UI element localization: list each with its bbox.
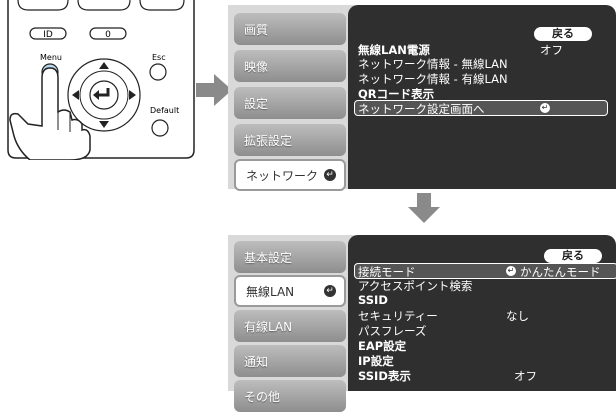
side-item-label: 有線LAN bbox=[244, 319, 293, 334]
menu-side-panel-2: 基本設定 無線LAN ↵ 有線LAN 通知 その他 bbox=[228, 235, 358, 412]
back-button[interactable]: 戻る bbox=[534, 27, 592, 41]
side-item-settings[interactable]: 設定 bbox=[234, 87, 346, 119]
side-item-other[interactable]: その他 bbox=[234, 380, 346, 412]
side-item-wired-lan[interactable]: 有線LAN bbox=[234, 310, 346, 342]
menu-item-passphrase[interactable]: パスフレーズ bbox=[358, 323, 426, 339]
menu-item-eap[interactable]: EAP設定 bbox=[358, 338, 406, 354]
menu-item-ssid-display[interactable]: SSID表示 bbox=[358, 368, 411, 384]
side-item-label: 画質 bbox=[244, 22, 269, 37]
id-button-label: ID bbox=[43, 30, 53, 40]
side-item-label: その他 bbox=[244, 389, 281, 404]
side-item-notification[interactable]: 通知 bbox=[234, 345, 346, 377]
menu-value-connection-mode: かんたんモード bbox=[520, 265, 601, 279]
side-item-extended[interactable]: 拡張設定 bbox=[234, 124, 346, 156]
menu-value-ssid-display: オフ bbox=[514, 369, 537, 383]
side-item-basic[interactable]: 基本設定 bbox=[234, 241, 346, 273]
menu-item-security[interactable]: セキュリティー bbox=[358, 308, 438, 324]
menu-content-panel-1: 戻る 無線LAN電源 オフ ネットワーク情報 - 無線LAN ネットワーク情報 … bbox=[348, 5, 616, 189]
menu-button-label: Menu bbox=[40, 53, 62, 62]
menu-content-panel-2: 戻る 接続モード ↵ かんたんモード アクセスポイント検索 SSID セキュリテ… bbox=[348, 235, 616, 391]
side-item-label: 通知 bbox=[244, 354, 269, 369]
menu-item-ssid[interactable]: SSID bbox=[358, 293, 388, 307]
menu-item-ip[interactable]: IP設定 bbox=[358, 353, 394, 369]
side-item-label: 基本設定 bbox=[244, 250, 293, 265]
enter-icon: ↵ bbox=[506, 266, 516, 276]
menu-side-panel-1: 画質 映像 設定 拡張設定 ネットワーク ↵ bbox=[228, 5, 358, 191]
menu-item-ap-search[interactable]: アクセスポイント検索 bbox=[358, 278, 472, 294]
esc-button-label: Esc bbox=[152, 53, 166, 62]
remote-control-illustration: ID 0 Menu Esc Default bbox=[7, 0, 195, 160]
arrow-right-icon bbox=[196, 74, 232, 106]
side-item-label: 拡張設定 bbox=[244, 133, 293, 148]
default-button-label: Default bbox=[150, 106, 179, 115]
enter-icon: ↵ bbox=[324, 285, 336, 297]
back-button[interactable]: 戻る bbox=[544, 249, 602, 263]
side-item-label: 無線LAN bbox=[246, 284, 295, 299]
side-item-label: 設定 bbox=[244, 96, 269, 111]
side-item-wireless-lan[interactable]: 無線LAN ↵ bbox=[234, 275, 346, 307]
arrow-down-icon bbox=[408, 193, 440, 223]
side-item-label: ネットワーク bbox=[246, 168, 319, 183]
side-item-network[interactable]: ネットワーク ↵ bbox=[234, 159, 346, 191]
side-item-label: 映像 bbox=[244, 59, 269, 74]
zero-button-label: 0 bbox=[105, 30, 111, 40]
menu-item-net-info-wired[interactable]: ネットワーク情報 - 有線LAN bbox=[358, 71, 508, 87]
menu-value-security: なし bbox=[506, 309, 529, 323]
side-item-signal[interactable]: 映像 bbox=[234, 50, 346, 82]
menu-item-network-settings[interactable]: ネットワーク設定画面へ bbox=[358, 101, 485, 117]
menu-item-net-info-wireless[interactable]: ネットワーク情報 - 無線LAN bbox=[358, 56, 508, 72]
side-item-image-quality[interactable]: 画質 bbox=[234, 13, 346, 45]
menu-value-wlan-power: オフ bbox=[540, 43, 563, 57]
enter-icon: ↵ bbox=[540, 103, 550, 113]
enter-icon: ↵ bbox=[324, 169, 336, 181]
